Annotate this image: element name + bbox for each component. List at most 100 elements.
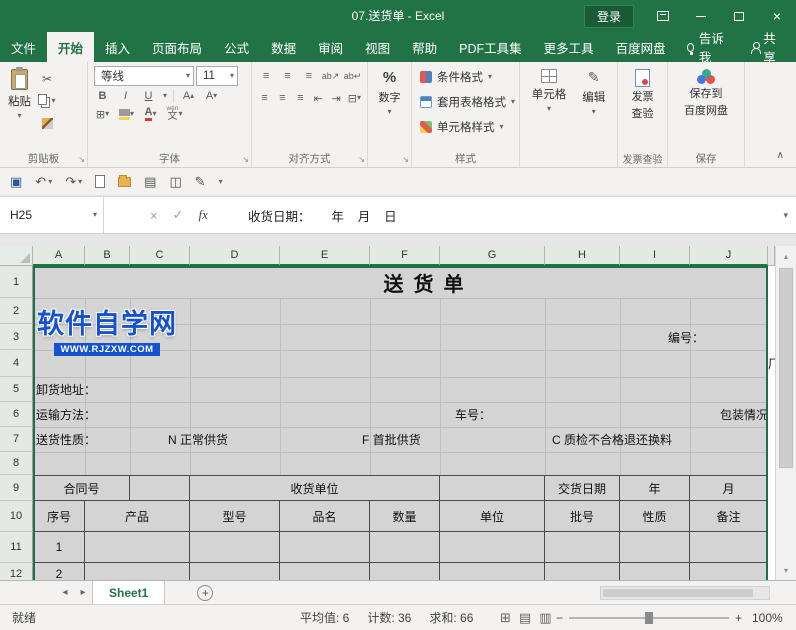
cell-transport-method[interactable]: 运输方法： bbox=[33, 402, 190, 427]
enter-icon[interactable]: ✓ bbox=[173, 207, 184, 223]
row-header-1[interactable]: 1 bbox=[0, 266, 33, 298]
table-cell[interactable] bbox=[370, 532, 440, 563]
zoom-slider-thumb[interactable] bbox=[645, 611, 654, 624]
cell-year[interactable]: 年 bbox=[620, 475, 690, 501]
tab-more-tools[interactable]: 更多工具 bbox=[533, 32, 605, 62]
conditional-formatting-button[interactable]: 条件格式 ▾ bbox=[414, 64, 517, 89]
table-cell[interactable] bbox=[190, 532, 280, 563]
sheet-nav-prev-icon[interactable]: ◂ bbox=[56, 581, 74, 604]
cell-packaging[interactable]: 包装情况 bbox=[620, 402, 768, 427]
close-button[interactable]: × bbox=[768, 7, 786, 25]
table-cell[interactable] bbox=[440, 532, 545, 563]
cell-contract-no[interactable]: 合同号 bbox=[33, 475, 130, 501]
bold-button[interactable]: B bbox=[94, 88, 111, 104]
sheet-tab-sheet1[interactable]: Sheet1 bbox=[92, 581, 166, 604]
table-cell[interactable] bbox=[280, 563, 370, 580]
row-header-11[interactable]: 11 bbox=[0, 532, 33, 563]
add-sheet-button[interactable]: + bbox=[197, 584, 214, 601]
format-painter-button[interactable] bbox=[36, 113, 58, 133]
dialog-launcher-icon[interactable]: ↘ bbox=[78, 155, 85, 164]
dialog-launcher-icon[interactable]: ↘ bbox=[402, 155, 409, 164]
cell-receiver-unit[interactable]: 收货单位 bbox=[190, 475, 440, 501]
expand-formula-bar-icon[interactable]: ▾ bbox=[783, 197, 788, 233]
align-bottom-button[interactable]: ≡ bbox=[301, 68, 317, 84]
cell-row-1[interactable]: 1 bbox=[33, 532, 85, 563]
select-all-corner[interactable] bbox=[0, 246, 33, 266]
table-cell[interactable] bbox=[690, 563, 768, 580]
format-as-table-button[interactable]: 套用表格格式 ▾ bbox=[414, 89, 517, 114]
tab-file[interactable]: 文件 bbox=[0, 32, 47, 62]
vertical-scrollbar[interactable]: ▴ ▾ bbox=[775, 246, 796, 580]
table-cell[interactable] bbox=[190, 563, 280, 580]
borders-button[interactable]: ⊞ ▾ bbox=[94, 106, 111, 122]
new-document-button[interactable] bbox=[95, 175, 106, 188]
merge-center-button[interactable]: ⊟ ▾ bbox=[348, 90, 361, 106]
cell-month[interactable]: 月 bbox=[690, 475, 768, 501]
undo-button[interactable]: ↶ ▾ bbox=[35, 174, 52, 190]
font-name-select[interactable]: 等线 ▾ bbox=[94, 66, 194, 86]
zoom-slider[interactable] bbox=[569, 611, 730, 625]
font-color-button[interactable]: A ▾ bbox=[142, 106, 159, 122]
share-button[interactable]: 共享 bbox=[737, 32, 796, 65]
redo-button[interactable]: ↷ ▾ bbox=[65, 174, 82, 190]
align-middle-button[interactable]: ≡ bbox=[279, 68, 295, 84]
print-button[interactable]: ▤ bbox=[144, 174, 156, 190]
number-format-button[interactable]: % 数字 ▾ bbox=[374, 65, 406, 149]
paste-button[interactable]: 粘贴 ▾ bbox=[3, 65, 36, 149]
row-header-10[interactable]: 10 bbox=[0, 501, 33, 532]
column-header-b[interactable]: B bbox=[85, 246, 130, 266]
tab-page-layout[interactable]: 页面布局 bbox=[141, 32, 213, 62]
page-layout-view-icon[interactable]: ▤ bbox=[519, 610, 531, 626]
align-left-button[interactable]: ≡ bbox=[258, 90, 271, 106]
save-to-baidu-button[interactable]: 保存到 百度网盘 bbox=[679, 65, 733, 149]
print-preview-button[interactable]: ◫ bbox=[169, 174, 181, 190]
table-cell[interactable] bbox=[545, 532, 620, 563]
italic-button[interactable]: I bbox=[117, 88, 134, 104]
phonetic-guide-button[interactable]: wén 文 ▾ bbox=[166, 105, 183, 122]
shrink-font-button[interactable]: A ▾ bbox=[203, 88, 220, 104]
cell-factory-label[interactable]: 厂 bbox=[768, 350, 775, 377]
cell-styles-button[interactable]: 单元格样式 ▾ bbox=[414, 114, 517, 139]
save-button[interactable]: ▣ bbox=[10, 174, 22, 190]
tab-insert[interactable]: 插入 bbox=[94, 32, 141, 62]
orientation-button[interactable]: ab↗ bbox=[322, 68, 340, 84]
tell-me-box[interactable]: 告诉我 bbox=[677, 32, 737, 65]
table-cell[interactable] bbox=[85, 532, 190, 563]
column-header-f[interactable]: F bbox=[370, 246, 440, 266]
page-break-view-icon[interactable]: ▥ bbox=[539, 610, 551, 626]
row-header-9[interactable]: 9 bbox=[0, 475, 33, 501]
maximize-button[interactable] bbox=[730, 7, 748, 25]
tab-data[interactable]: 数据 bbox=[260, 32, 307, 62]
cancel-icon[interactable]: × bbox=[150, 208, 158, 223]
table-cell[interactable] bbox=[130, 475, 190, 501]
cell-number-label[interactable]: 编号： bbox=[620, 324, 768, 350]
cell-vehicle-number[interactable]: 车号： bbox=[440, 402, 545, 427]
login-button[interactable]: 登录 bbox=[583, 4, 634, 28]
customize-qat-button[interactable]: ▾ bbox=[219, 177, 223, 186]
zoom-in-button[interactable]: + bbox=[735, 611, 742, 625]
column-header-g[interactable]: G bbox=[440, 246, 545, 266]
table-cell[interactable] bbox=[85, 563, 190, 580]
insert-function-button[interactable]: fx bbox=[199, 207, 208, 223]
table-cell[interactable] bbox=[370, 563, 440, 580]
zoom-percentage[interactable]: 100% bbox=[752, 605, 783, 630]
table-cell[interactable] bbox=[690, 532, 768, 563]
align-right-button[interactable]: ≡ bbox=[294, 90, 307, 106]
tab-view[interactable]: 视图 bbox=[354, 32, 401, 62]
scroll-down-icon[interactable]: ▾ bbox=[776, 560, 796, 580]
column-header-c[interactable]: C bbox=[130, 246, 190, 266]
cell-th-unit[interactable]: 单位 bbox=[440, 501, 545, 532]
column-header-d[interactable]: D bbox=[190, 246, 280, 266]
align-top-button[interactable]: ≡ bbox=[258, 68, 274, 84]
cell-doc-title[interactable]: 送货单 bbox=[33, 266, 768, 298]
dialog-launcher-icon[interactable]: ↘ bbox=[242, 155, 249, 164]
cut-button[interactable]: ✂ bbox=[36, 69, 58, 89]
formula-content[interactable]: 收货日期： 年 月 日 bbox=[248, 197, 397, 233]
tab-baidu-netdisk[interactable]: 百度网盘 bbox=[605, 32, 677, 62]
table-cell[interactable] bbox=[440, 563, 545, 580]
column-header-i[interactable]: I bbox=[620, 246, 690, 266]
cell-unload-address[interactable]: 卸货地址： bbox=[33, 377, 280, 402]
column-header-h[interactable]: H bbox=[545, 246, 620, 266]
name-box[interactable]: H25 ▾ bbox=[0, 197, 104, 233]
column-header-a[interactable]: A bbox=[33, 246, 85, 266]
